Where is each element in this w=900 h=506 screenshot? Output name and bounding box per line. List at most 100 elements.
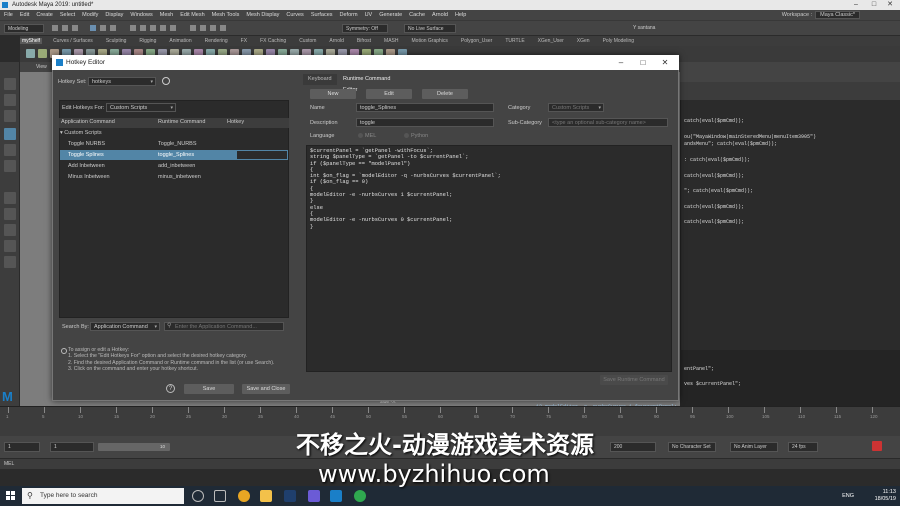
menu-mesh[interactable]: Mesh	[160, 12, 173, 18]
view-menu[interactable]: View	[36, 64, 47, 70]
side-by-side-icon[interactable]	[4, 224, 16, 236]
column-application-command[interactable]: Application Command	[61, 119, 115, 125]
save-button[interactable]: Save	[184, 384, 234, 394]
maya-taskbar-icon[interactable]	[330, 490, 342, 502]
name-field[interactable]: toggle_Splines	[356, 103, 494, 112]
menu-set-dropdown[interactable]: Modeling	[4, 24, 44, 33]
render-icon[interactable]	[200, 25, 206, 31]
shelf-tab-arnold[interactable]: Arnold	[327, 38, 345, 44]
select-tool-icon[interactable]	[4, 78, 16, 90]
menu-modify[interactable]: Modify	[82, 12, 98, 18]
symmetry-dropdown[interactable]: Symmetry: Off	[342, 24, 388, 33]
auto-key-icon[interactable]	[872, 441, 882, 451]
workspace-selector[interactable]: Workspace : Maya Classic*	[782, 11, 860, 19]
menu-file[interactable]: File	[4, 12, 13, 18]
minimize-button[interactable]: –	[848, 0, 864, 10]
table-row[interactable]: Toggle Splines toggle_Splines	[60, 150, 288, 160]
shelf-tab-custom[interactable]: Custom	[297, 38, 318, 44]
menu-display[interactable]: Display	[105, 12, 123, 18]
dialog-close-button[interactable]: ✕	[655, 55, 675, 70]
scale-tool-icon[interactable]	[4, 160, 16, 172]
python-radio[interactable]	[404, 133, 409, 138]
snap-curve-icon[interactable]	[140, 25, 146, 31]
menu-edit-mesh[interactable]: Edit Mesh	[180, 12, 204, 18]
command-code-editor[interactable]: $currentPanel = `getPanel -withFocus`; st…	[306, 145, 672, 372]
table-row[interactable]: Minus Inbetween minus_inbetween	[60, 172, 288, 182]
shelf-tab-xgen[interactable]: XGen	[575, 38, 592, 44]
single-pane-icon[interactable]	[4, 192, 16, 204]
ipr-icon[interactable]	[210, 25, 216, 31]
rotate-tool-icon[interactable]	[4, 144, 16, 156]
new-scene-icon[interactable]	[52, 25, 58, 31]
tab-runtime-command-editor[interactable]: Runtime Command Editor	[338, 74, 411, 93]
menu-select[interactable]: Select	[60, 12, 75, 18]
taskbar-search[interactable]: ⚲ Type here to search	[22, 488, 184, 504]
shelf-tab-fx[interactable]: FX	[239, 38, 249, 44]
menu-curves[interactable]: Curves	[286, 12, 303, 18]
column-runtime-command[interactable]: Runtime Command	[158, 119, 205, 125]
delete-command-button[interactable]: Delete	[422, 89, 468, 99]
save-scene-icon[interactable]	[72, 25, 78, 31]
shelf-tab-motion-graphics[interactable]: Motion Graphics	[410, 38, 450, 44]
app-icon[interactable]	[354, 490, 366, 502]
snap-view-icon[interactable]	[160, 25, 166, 31]
custom-scripts-group[interactable]: ▾ Custom Scripts	[60, 130, 102, 136]
task-view-icon[interactable]	[214, 490, 226, 502]
edit-hotkeys-for-dropdown[interactable]: Custom Scripts ▾	[106, 103, 176, 112]
anim-end-field[interactable]: 200	[610, 442, 656, 452]
graph-layout-icon[interactable]	[4, 256, 16, 268]
close-button[interactable]: ✕	[882, 0, 898, 10]
cortana-icon[interactable]	[192, 490, 204, 502]
open-scene-icon[interactable]	[62, 25, 68, 31]
range-slider-bar[interactable]: 10	[98, 443, 170, 451]
select-hierarchy-icon[interactable]	[90, 25, 96, 31]
help-icon[interactable]: ?	[166, 384, 175, 393]
table-row[interactable]: Add Inbetween add_inbetween	[60, 161, 288, 171]
shelf-tab-animation[interactable]: Animation	[167, 38, 193, 44]
four-pane-icon[interactable]	[4, 208, 16, 220]
menu-deform[interactable]: Deform	[340, 12, 358, 18]
user-name[interactable]: Y santana	[633, 25, 655, 31]
paint-select-icon[interactable]	[4, 110, 16, 122]
teams-icon[interactable]	[308, 490, 320, 502]
hotkey-input[interactable]	[236, 150, 288, 160]
snap-surface-icon[interactable]	[170, 25, 176, 31]
menu-generate[interactable]: Generate	[379, 12, 402, 18]
shelf-tab-sculpting[interactable]: Sculpting	[104, 38, 129, 44]
snap-point-icon[interactable]	[150, 25, 156, 31]
render-settings-icon[interactable]	[220, 25, 226, 31]
shelf-tab-rendering[interactable]: Rendering	[203, 38, 230, 44]
hotkey-set-dropdown[interactable]: hotkeys ▾	[88, 77, 156, 86]
system-tray[interactable]: ENG 11:13 18/05/19	[842, 489, 896, 503]
dialog-maximize-button[interactable]: □	[633, 55, 653, 70]
search-by-dropdown[interactable]: Application Command ▾	[90, 322, 160, 331]
history-icon[interactable]	[190, 25, 196, 31]
select-object-icon[interactable]	[100, 25, 106, 31]
column-hotkey[interactable]: Hotkey	[227, 119, 244, 125]
edit-command-button[interactable]: Edit	[366, 89, 412, 99]
snap-grid-icon[interactable]	[130, 25, 136, 31]
anim-layer-dropdown[interactable]: No Anim Layer	[730, 442, 778, 452]
menu-help[interactable]: Help	[455, 12, 466, 18]
menu-arnold[interactable]: Arnold	[432, 12, 448, 18]
language-indicator[interactable]: ENG	[842, 493, 854, 500]
shelf-tab-poly-modeling[interactable]: Poly Modeling	[601, 38, 636, 44]
workspace-value[interactable]: Maya Classic*	[815, 11, 860, 19]
description-field[interactable]: toggle	[356, 118, 494, 127]
photoshop-icon[interactable]	[284, 490, 296, 502]
shelf-tab-polygon-user[interactable]: Polygon_User	[459, 38, 494, 44]
menu-mesh-display[interactable]: Mesh Display	[246, 12, 279, 18]
table-row[interactable]: Toggle NURBS Toggle_NURBS	[60, 139, 288, 149]
category-dropdown[interactable]: Custom Scripts ▾	[548, 103, 604, 112]
menu-windows[interactable]: Windows	[130, 12, 152, 18]
move-tool-icon[interactable]	[4, 128, 16, 140]
shelf-tab-curves-surfaces[interactable]: Curves / Surfaces	[51, 38, 95, 44]
tab-keyboard[interactable]: Keyboard	[303, 74, 337, 85]
subcategory-field[interactable]: <type an optional sub-category name>	[548, 118, 668, 127]
shelf-tool-icon[interactable]	[38, 49, 47, 58]
lasso-tool-icon[interactable]	[4, 94, 16, 106]
shelf-tab-xgen-user[interactable]: XGen_User	[536, 38, 566, 44]
save-and-close-button[interactable]: Save and Close	[242, 384, 290, 394]
chrome-icon[interactable]	[238, 490, 250, 502]
outliner-layout-icon[interactable]	[4, 240, 16, 252]
